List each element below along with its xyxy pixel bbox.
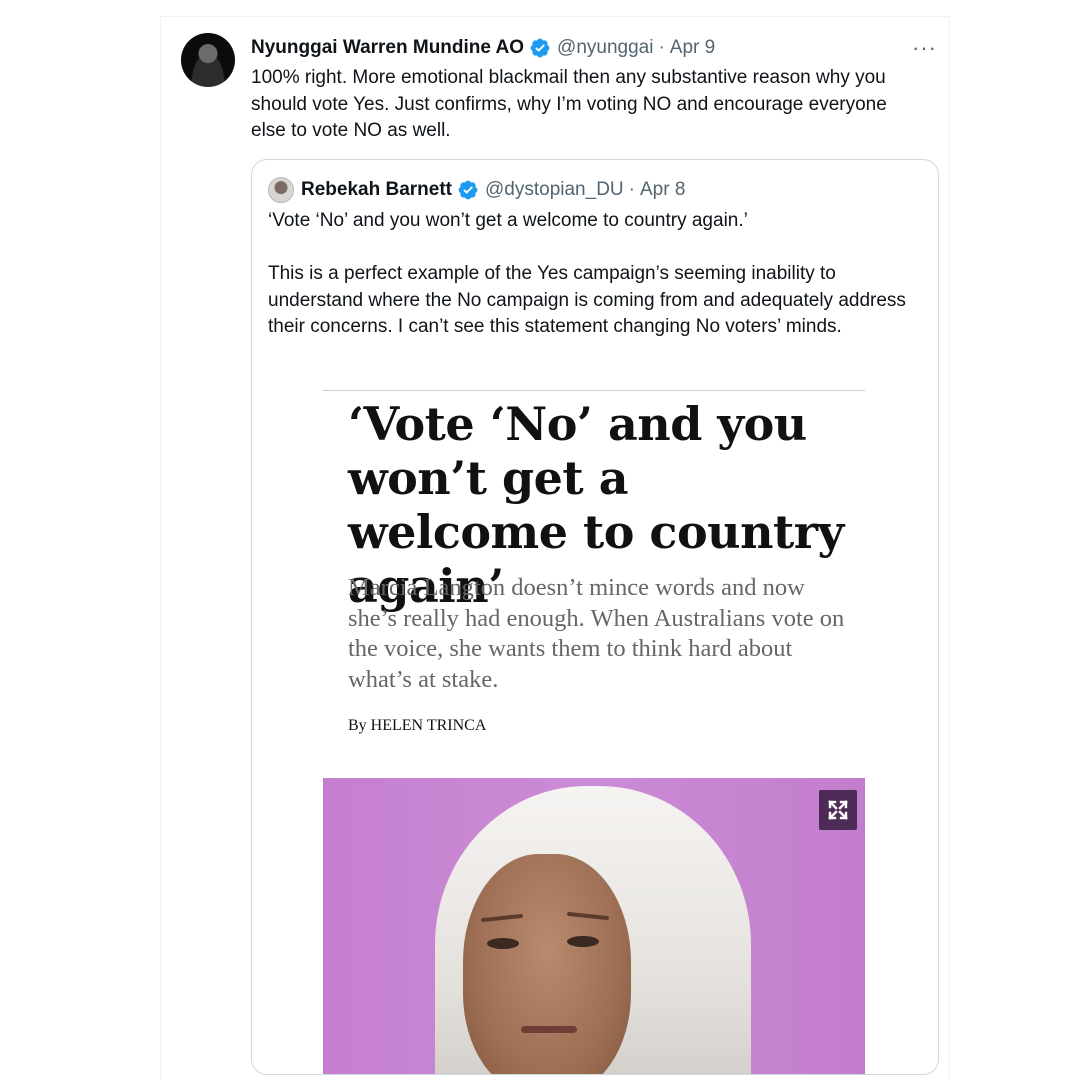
quoted-tweet[interactable]: Rebekah Barnett @dystopian_DU · Apr 8 ‘V… [251,159,939,1075]
separator-dot: · [628,179,635,200]
tweet-text: 100% right. More emotional blackmail the… [251,67,887,141]
more-horizontal-icon[interactable]: ··· [912,35,937,61]
quoted-author-handle[interactable]: @dystopian_DU [485,179,624,201]
verified-badge-icon [530,38,550,58]
expand-icon[interactable] [819,790,857,830]
verified-badge-icon [458,180,478,200]
author-handle[interactable]: @nyunggai [557,37,653,59]
tweet[interactable]: Nyunggai Warren Mundine AO @nyunggai · A… [160,16,950,1080]
quoted-author-name[interactable]: Rebekah Barnett [301,179,452,201]
expand-arrows-icon [828,800,848,820]
quoted-tweet-date[interactable]: Apr 8 [640,179,685,201]
quoted-author-avatar[interactable] [268,177,294,203]
quoted-tweet-paragraph: This is a perfect example of the Yes cam… [268,263,906,337]
article-standfirst: Marcia Langton doesn’t mince words and n… [348,574,845,693]
quoted-tweet-paragraph: ‘Vote ‘No’ and you won’t get a welcome t… [268,210,748,231]
tweet-header: Nyunggai Warren Mundine AO @nyunggai · A… [251,35,715,61]
article-photo[interactable] [323,778,865,1074]
portrait-eye [487,938,519,949]
separator-dot: · [658,37,665,58]
portrait-mouth [521,1026,577,1033]
quoted-tweet-header: Rebekah Barnett @dystopian_DU · Apr 8 [268,176,685,204]
portrait-brow [566,911,610,921]
tweet-date[interactable]: Apr 9 [670,37,715,59]
portrait-eye [567,936,599,947]
portrait-brow [480,913,524,923]
quoted-tweet-text: ‘Vote ‘No’ and you won’t get a welcome t… [268,208,918,341]
article-screenshot[interactable]: ‘Vote ‘No’ and you won’t get a welcome t… [323,390,865,776]
author-avatar[interactable] [181,33,235,87]
author-name[interactable]: Nyunggai Warren Mundine AO [251,37,524,59]
portrait-face [463,854,631,1074]
article-byline: By HELEN TRINCA [348,717,487,734]
